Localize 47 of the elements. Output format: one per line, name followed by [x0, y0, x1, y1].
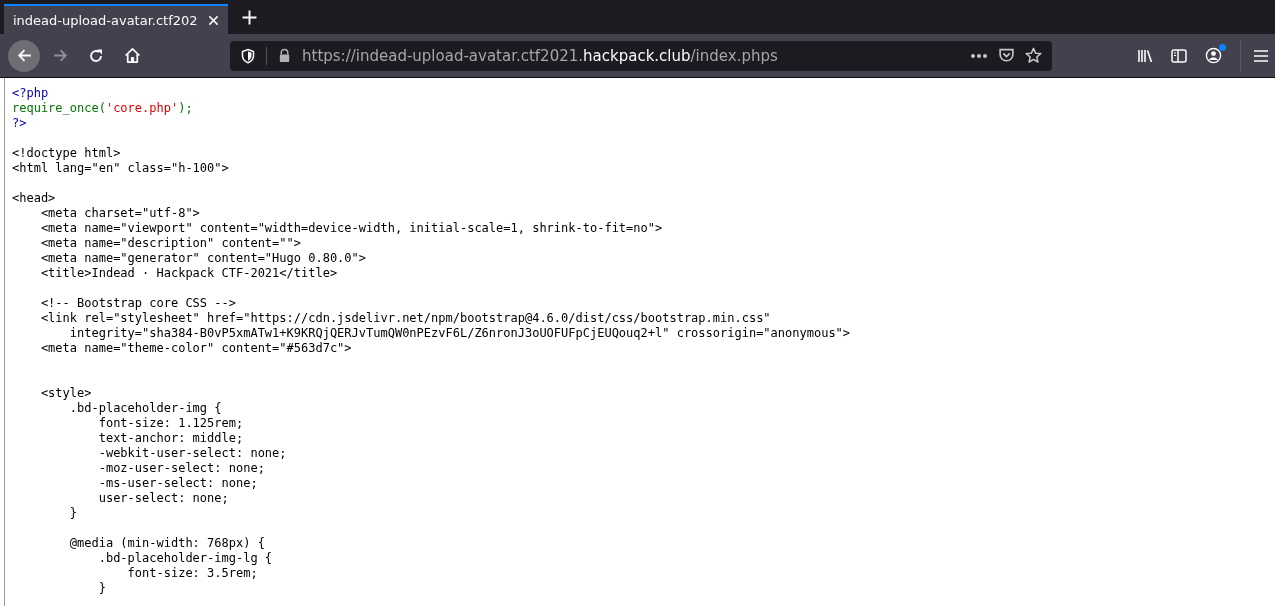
code-line: <meta name="description" content="">	[39, 236, 301, 250]
sidebar-icon[interactable]	[1171, 47, 1187, 64]
code-line: <link rel="stylesheet" href="https://cdn.jsdelivr.net/npm/bootstrap@4.6.0/dist/css/bootstrap.min.css"	[39, 311, 771, 325]
code-line: }	[68, 506, 78, 520]
pocket-icon[interactable]	[998, 47, 1015, 64]
code-line: integrity="sha384-B0vP5xmATw1+K9KRQjQERJvTumQW0nPEzvF6L/Z6nronJ3oUOFUFpCjEUQouq2+l" crossorigin="anonymous">	[68, 326, 851, 340]
code-line: <!-- Bootstrap core CSS -->	[39, 296, 236, 310]
code-line: <html lang="en" class="h-100">	[12, 161, 229, 175]
code-line: <title>Indead · Hackpack CTF-2021</title>	[39, 266, 338, 280]
code-line: @media (min-width: 768px) {	[68, 536, 265, 550]
code-line: -moz-user-select: none;	[97, 461, 265, 475]
code-line: require_once('core.php');	[12, 101, 193, 115]
home-icon[interactable]	[124, 47, 141, 64]
left-arrow-icon	[15, 47, 33, 64]
code-line: .bd-placeholder-img {	[68, 401, 222, 415]
code-line: font-size: 3.5rem;	[126, 566, 258, 580]
browser-tab[interactable]: indead-upload-avatar.ctf202	[4, 4, 228, 34]
back-button[interactable]	[8, 39, 40, 72]
code-line: }	[97, 581, 106, 595]
close-icon[interactable]	[208, 14, 219, 26]
code-line: <meta name="theme-color" content="#563d7c">	[39, 341, 352, 355]
right-arrow-icon	[51, 47, 69, 64]
code-line: -ms-user-select: none;	[97, 476, 258, 490]
more-icon[interactable]	[970, 52, 988, 59]
library-icon[interactable]	[1137, 47, 1153, 64]
star-icon[interactable]	[1025, 47, 1042, 64]
code-line: ?>	[12, 116, 27, 130]
account-icon[interactable]	[1205, 47, 1222, 64]
code-line: <head>	[12, 191, 56, 205]
code-line: user-select: none;	[97, 491, 229, 505]
code-line: font-size: 1.125rem;	[97, 416, 244, 430]
code-line: -webkit-user-select: none;	[97, 446, 287, 460]
code-line: <?php	[12, 86, 49, 100]
code-line: <meta name="generator" content="Hugo 0.80.0">	[39, 251, 366, 265]
reload-icon[interactable]	[88, 47, 104, 64]
menu-icon[interactable]	[1253, 47, 1269, 64]
shield-icon[interactable]	[240, 47, 256, 64]
code-line: <!doctype html>	[12, 146, 121, 160]
code-line: <meta name="viewport" content="width=device-width, initial-scale=1, shrink-to-fit=no">	[39, 221, 663, 235]
address-bar[interactable]: https://indead-upload-avatar.ctf2021.hackpack.club/index.phps	[230, 40, 1052, 71]
url-text[interactable]: https://indead-upload-avatar.ctf2021.hackpack.club/index.phps	[302, 46, 960, 65]
lock-icon[interactable]	[277, 48, 292, 63]
code-line: .bd-placeholder-img-lg {	[97, 551, 273, 565]
code-line: <meta charset="utf-8">	[39, 206, 200, 220]
code-line: <style>	[39, 386, 92, 400]
code-line: text-anchor: middle;	[97, 431, 244, 445]
new-tab-icon[interactable]	[242, 9, 257, 25]
